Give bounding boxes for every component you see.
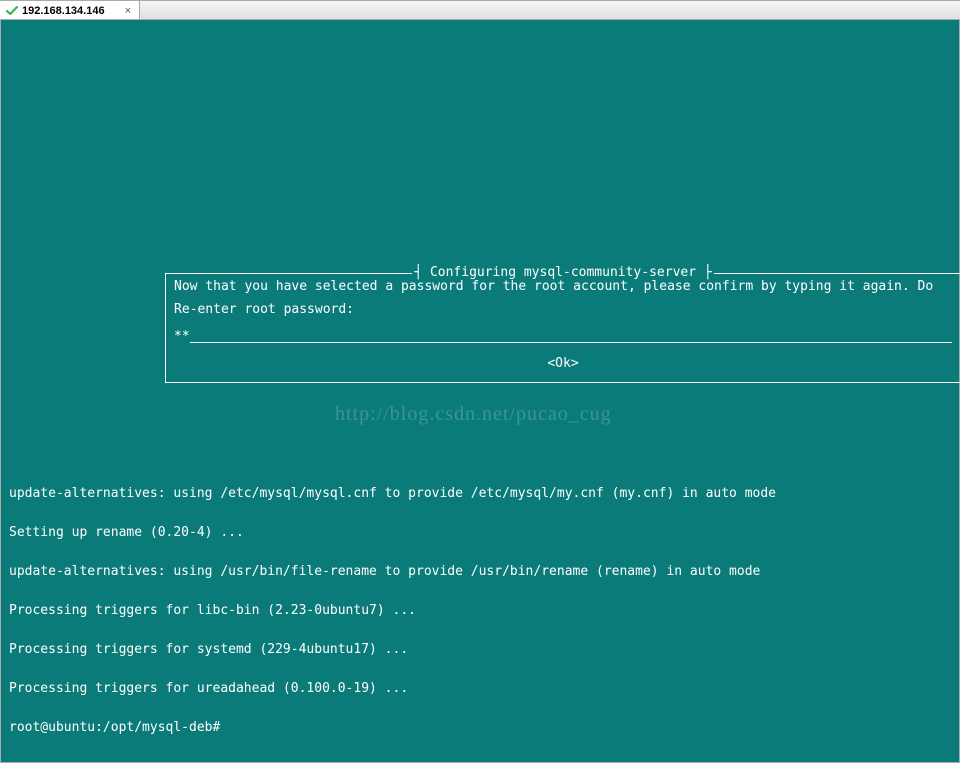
config-dialog: ┤ Configuring mysql-community-server ├ N… [165,273,960,383]
tab-bar: 192.168.134.146 × [0,0,960,20]
terminal-output: update-alternatives: using /etc/mysql/my… [9,461,776,760]
output-line: Setting up rename (0.20-4) ... [9,526,776,539]
dialog-prompt: Re-enter root password: [174,303,952,316]
watermark-text: http://blog.csdn.net/pucao_cug [335,408,612,421]
password-underline [190,331,952,343]
dialog-title-row: ┤ Configuring mysql-community-server ├ [166,266,960,279]
session-tab[interactable]: 192.168.134.146 × [0,1,140,19]
ok-button[interactable]: <Ok> [547,356,578,371]
output-line: update-alternatives: using /usr/bin/file… [9,565,776,578]
dialog-title: Configuring mysql-community-server [430,265,696,280]
tab-close-icon[interactable]: × [125,5,131,17]
connected-icon [6,5,18,17]
dialog-message: Now that you have selected a password fo… [174,280,952,293]
tab-title: 192.168.134.146 [22,5,105,17]
output-line: Processing triggers for systemd (229-4ub… [9,643,776,656]
output-line: Processing triggers for libc-bin (2.23-0… [9,604,776,617]
password-field[interactable]: ** [174,330,952,343]
output-line: update-alternatives: using /etc/mysql/my… [9,487,776,500]
output-line: Processing triggers for ureadahead (0.10… [9,682,776,695]
shell-prompt[interactable]: root@ubuntu:/opt/mysql-deb# [9,721,776,734]
terminal[interactable]: ┤ Configuring mysql-community-server ├ N… [0,20,960,763]
password-masked: ** [174,330,190,343]
